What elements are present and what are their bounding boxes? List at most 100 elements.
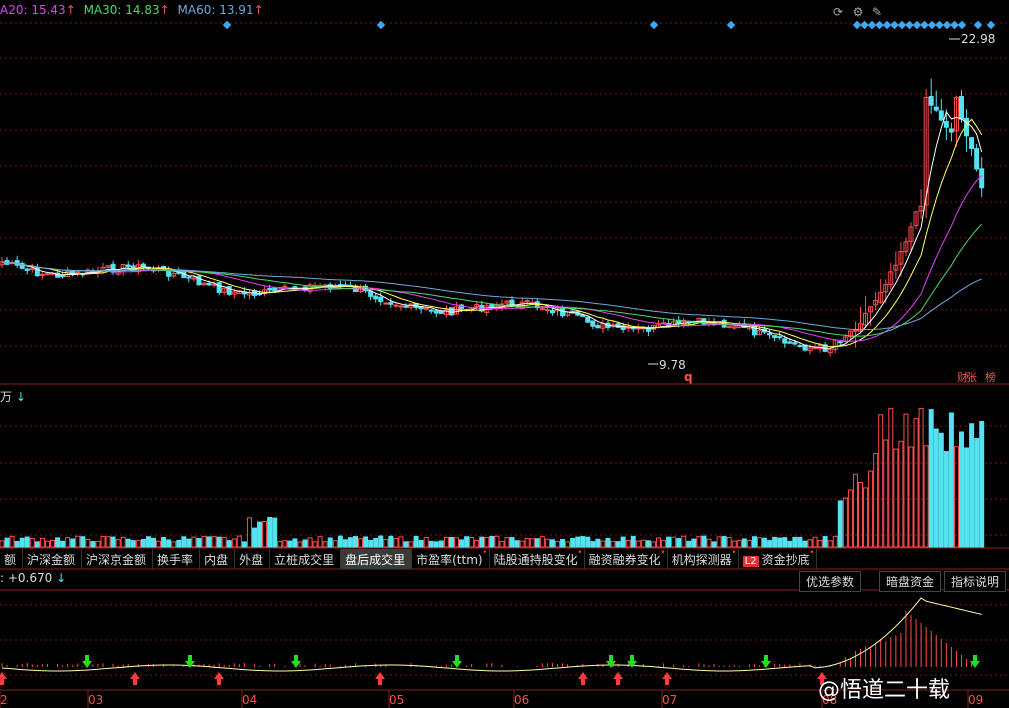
tab-label: 外盘 — [239, 553, 264, 567]
tab-4[interactable]: 内盘 — [200, 549, 236, 569]
tab-9[interactable]: 陆股通持股变化 • — [490, 548, 585, 569]
volume-bar — [757, 537, 762, 548]
buy-arrow-icon — [613, 672, 623, 685]
month-label: 03 — [88, 693, 104, 707]
buy-arrow-icon — [662, 672, 672, 685]
volume-bar — [575, 536, 581, 548]
volume-bar — [534, 538, 540, 548]
signal-diamond-icon — [935, 20, 944, 30]
volume-bar — [342, 539, 348, 548]
stock-chart — [0, 20, 1009, 708]
month-label: 05 — [389, 693, 405, 707]
volume-bar — [514, 540, 520, 548]
volume-bar — [610, 540, 616, 548]
signal-diamond-icon — [897, 20, 907, 30]
volume-bar — [50, 539, 55, 548]
candle-body — [438, 310, 444, 315]
volume-bar — [767, 540, 773, 548]
candle-body — [378, 296, 384, 303]
volume-bar — [650, 541, 656, 548]
tab-10[interactable]: 融资融券变化 • — [585, 548, 668, 569]
new-dot-icon: • — [660, 548, 666, 558]
volume-bar — [196, 538, 202, 548]
volume-bar — [125, 538, 131, 548]
volume-bar — [75, 535, 81, 548]
month-label: 04 — [242, 693, 258, 707]
volume-bar — [923, 445, 929, 548]
candle-body — [943, 121, 949, 128]
volume-bar — [105, 536, 111, 548]
youxuan-params-button[interactable]: 优选参数 — [799, 571, 862, 592]
buy-arrow-icon — [0, 672, 7, 685]
candle-body — [428, 309, 434, 312]
volume-bar — [792, 536, 798, 548]
volume-bar — [721, 536, 727, 548]
sell-arrow-icon — [82, 655, 92, 668]
tab-label: 额 — [4, 553, 17, 567]
volume-bar — [681, 535, 687, 548]
tab-12[interactable]: L2 资金抄底 • — [739, 548, 817, 569]
volume-bar — [549, 539, 555, 548]
volume-bar — [428, 540, 434, 548]
volume-bar — [701, 535, 707, 548]
volume-bar — [287, 540, 293, 548]
tab-0[interactable]: 额 — [0, 549, 24, 569]
anpan-funds-button[interactable]: 暗盘资金 — [879, 571, 942, 592]
volume-bar — [0, 540, 5, 548]
volume-bar — [4, 537, 10, 548]
sell-arrow-icon — [606, 655, 616, 668]
volume-bar — [858, 482, 863, 548]
tab-5[interactable]: 外盘 — [235, 549, 271, 569]
tab-2[interactable]: 沪深京金额 — [82, 549, 154, 569]
signal-diamond-icon — [222, 20, 232, 30]
volume-bar — [741, 538, 747, 548]
volume-bar — [686, 540, 692, 548]
candle-body — [383, 302, 389, 305]
candle-body — [595, 325, 601, 329]
tab-8[interactable]: 市盈率(ttm) • — [412, 548, 490, 569]
new-dot-icon: • — [577, 548, 583, 558]
volume-bar — [55, 537, 61, 548]
volume-bar — [272, 517, 278, 548]
refresh-icon[interactable]: ⟳ — [831, 5, 845, 19]
tab-1[interactable]: 沪深金额 — [23, 549, 83, 569]
volume-bar — [656, 537, 661, 548]
indicator-tabs: 额沪深金额 沪深京金额 换手率 内盘 外盘 立桩成交里 盘后成交里 市盈率(ttm) • 陆股通持… — [0, 548, 817, 569]
tab-6[interactable]: 立桩成交里 — [270, 549, 342, 569]
volume-bar — [156, 540, 162, 548]
tag-bang[interactable]: 榜 — [985, 369, 996, 385]
volume-bar — [459, 539, 465, 548]
volume-bar — [706, 538, 712, 548]
candle-body — [60, 275, 66, 278]
pen-icon[interactable]: ✎ — [870, 5, 884, 19]
volume-bar — [363, 536, 369, 548]
buy-arrow-icon — [375, 672, 385, 685]
signal-diamond-icon — [875, 20, 884, 30]
volume-bar — [378, 535, 384, 548]
volume-bar — [736, 540, 742, 548]
tag-zhang[interactable]: 张 — [966, 369, 977, 385]
volume-bar — [933, 428, 939, 548]
candle-body — [782, 338, 788, 344]
candle-body — [191, 277, 197, 280]
signal-diamond-icon — [957, 20, 967, 30]
volume-bar — [383, 538, 389, 548]
ma30-arrow-icon: ↑ — [159, 3, 170, 17]
volume-bar — [332, 540, 338, 548]
candle-body — [448, 307, 454, 316]
volume-bar — [802, 540, 808, 548]
volume-bar — [852, 473, 858, 548]
volume-bar — [115, 539, 121, 548]
volume-bar — [570, 538, 576, 548]
volume-bar — [181, 536, 187, 548]
volume-bar — [908, 446, 914, 548]
candle-body — [928, 96, 934, 106]
signal-diamond-icon — [376, 20, 386, 30]
tab-11[interactable]: 机构探测器 • — [668, 548, 739, 569]
volume-bar — [317, 536, 323, 548]
tab-3[interactable]: 换手率 — [153, 549, 201, 569]
indicator-help-button[interactable]: 指标说明 — [944, 571, 1007, 592]
ma60-legend: MA60: 13.91 — [177, 3, 254, 17]
gear-icon[interactable]: ⚙ — [851, 5, 865, 19]
tab-7[interactable]: 盘后成交里 — [341, 549, 413, 569]
